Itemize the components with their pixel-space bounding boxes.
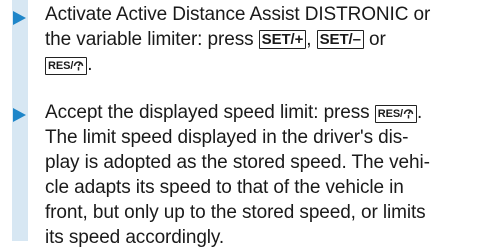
triangle-right-icon xyxy=(13,11,26,25)
step-text-fragment: Accept the displayed speed limit: press xyxy=(45,102,375,123)
step-line: play is adopted as the stored speed. The… xyxy=(45,152,430,173)
step-line: cle adapts its speed to that of the vehi… xyxy=(45,177,404,198)
instruction-step-2: Accept the displayed speed limit: press … xyxy=(0,98,483,248)
set-minus-key: SET/– xyxy=(316,30,364,49)
step-text-fragment: . xyxy=(417,102,423,123)
instruction-list: Activate Active Distance Assist DISTRONI… xyxy=(0,0,483,248)
speedometer-resume-icon xyxy=(403,109,414,119)
step-line: The limit speed displayed in the driver'… xyxy=(45,127,409,148)
step-text: Activate Active Distance Assist DISTRONI… xyxy=(45,2,477,77)
step-line: Accept the displayed speed limit: press … xyxy=(45,100,477,125)
step-text-fragment: the variable limiter: press xyxy=(45,29,259,50)
res-key: RES/ xyxy=(374,105,418,123)
step-text-fragment: . xyxy=(87,54,93,75)
res-key-label: RES/ xyxy=(48,60,74,72)
step-text-fragment: , xyxy=(306,29,317,50)
step-line: its speed accordingly. xyxy=(45,227,225,248)
instruction-step-1: Activate Active Distance Assist DISTRONI… xyxy=(0,0,483,98)
speedometer-resume-icon xyxy=(73,61,84,71)
step-text-fragment: or xyxy=(363,29,386,50)
res-key-label: RES/ xyxy=(377,108,404,120)
step-line: the variable limiter: press SET/+, SET/–… xyxy=(45,27,477,52)
set-plus-key: SET/+ xyxy=(258,30,307,49)
step-line: Activate Active Distance Assist DISTRONI… xyxy=(45,4,431,25)
triangle-right-icon xyxy=(13,108,26,122)
step-text: Accept the displayed speed limit: press … xyxy=(45,100,477,250)
step-line: RES/. xyxy=(45,52,477,77)
step-line: front, but only up to the stored speed, … xyxy=(45,202,426,223)
res-key: RES/ xyxy=(45,57,88,75)
